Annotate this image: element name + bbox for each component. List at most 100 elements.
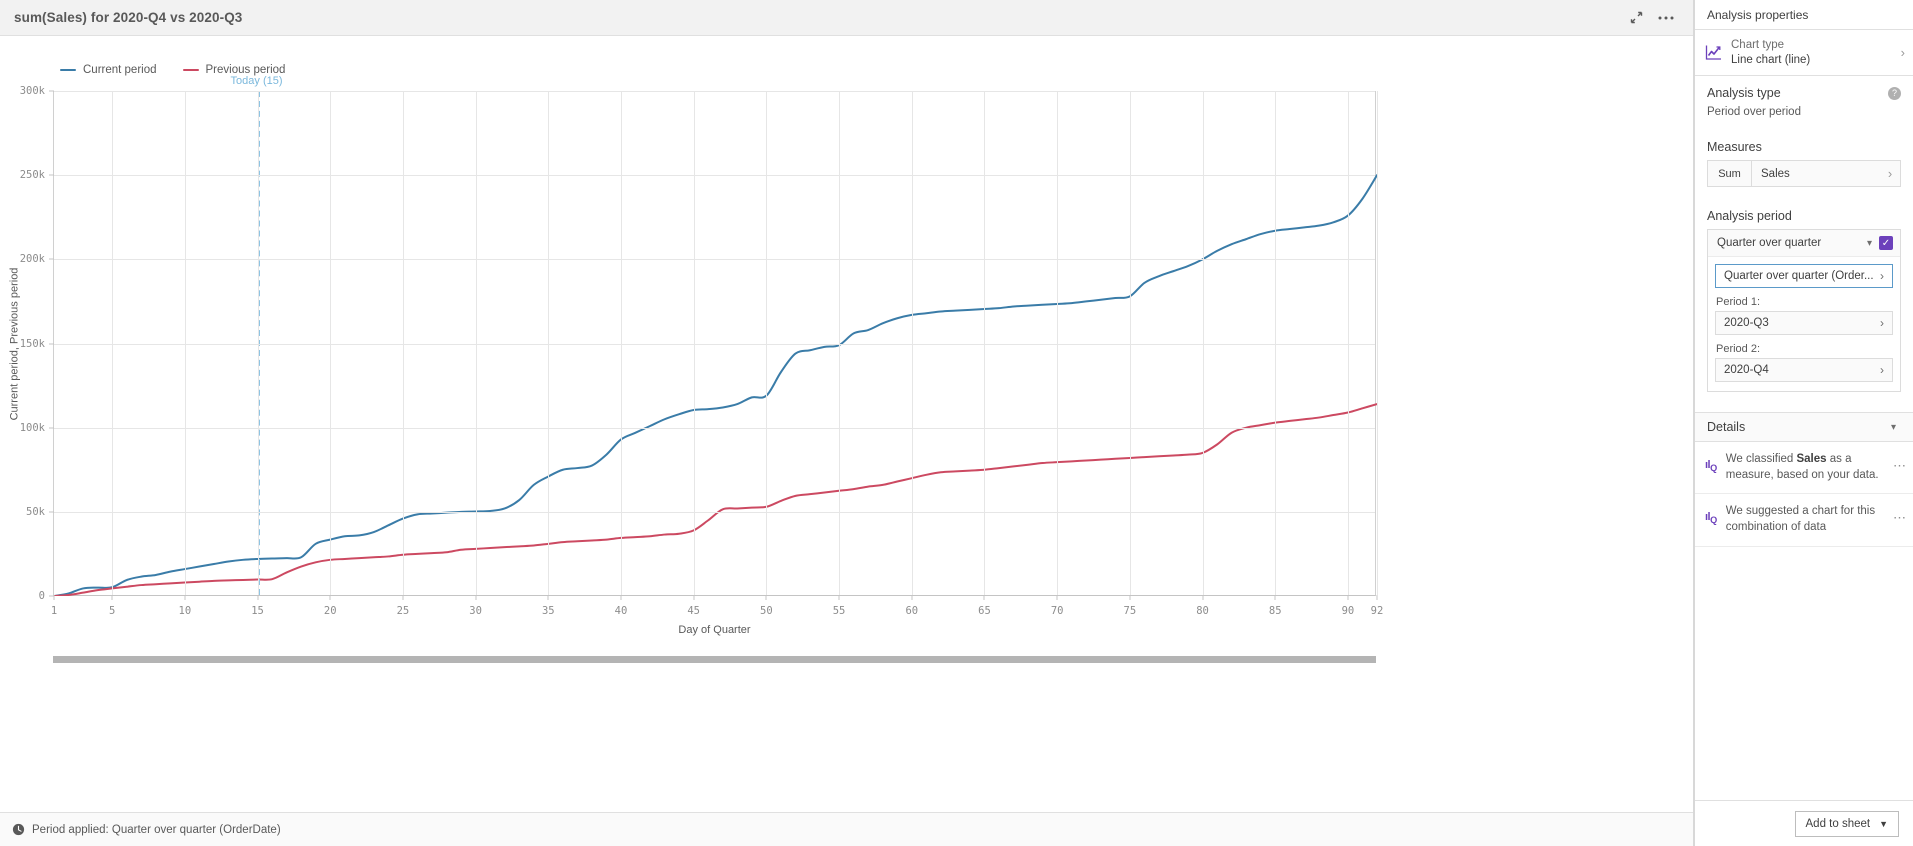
- x-axis-tick-label: 35: [541, 605, 555, 617]
- details-section-header[interactable]: Details ▾: [1695, 412, 1913, 443]
- page-title: sum(Sales) for 2020-Q4 vs 2020-Q3: [14, 10, 243, 25]
- x-axis-tick-label: 92: [1370, 605, 1384, 617]
- x-axis-tick-mark: [620, 595, 622, 600]
- grid-line-horizontal: [54, 343, 1375, 345]
- today-marker-label: Today (15): [230, 75, 283, 87]
- measures-section: Measures Sum Sales ›: [1695, 118, 1913, 188]
- y-axis-tick-mark: [49, 427, 54, 429]
- x-axis-tick-label: 30: [469, 605, 482, 617]
- y-axis-tick-label: 250k: [19, 169, 45, 182]
- insight-icon: ılQ: [1705, 511, 1717, 526]
- detail-item[interactable]: ılQ We classified Sales as a measure, ba…: [1695, 442, 1913, 495]
- chart-type-value: Line chart (line): [1731, 53, 1811, 66]
- analysis-type-section: Analysis type ? Period over period: [1695, 76, 1913, 118]
- x-axis-tick-label: 40: [614, 605, 628, 617]
- analysis-properties-panel: Analysis properties Chart type Line char…: [1694, 0, 1913, 846]
- x-axis-tick-mark: [693, 595, 695, 600]
- caret-down-icon[interactable]: ▼: [1879, 819, 1888, 829]
- y-axis-tick-mark: [49, 258, 54, 260]
- x-axis-tick-mark: [257, 595, 259, 600]
- period-definition-pill[interactable]: Quarter over quarter (Order... ›: [1715, 264, 1893, 289]
- analysis-period-box: Quarter over quarter ▾ ✓ Quarter over qu…: [1707, 229, 1901, 393]
- details-title: Details: [1707, 420, 1746, 435]
- chart-footer: Period applied: Quarter over quarter (Or…: [0, 812, 1693, 846]
- legend-item-current-period[interactable]: Current period: [60, 64, 157, 76]
- x-axis-tick-label: 10: [178, 605, 192, 617]
- chevron-right-icon: ›: [1880, 363, 1884, 378]
- x-axis-tick-label: 20: [323, 605, 337, 617]
- legend-swatch-previous: [182, 69, 199, 71]
- chart-horizontal-scrollbar[interactable]: [53, 656, 1376, 663]
- analysis-type-value: Period over period: [1707, 106, 1801, 119]
- x-axis-tick-label: 75: [1123, 605, 1137, 617]
- period2-value-pill[interactable]: 2020-Q4 ›: [1715, 358, 1893, 383]
- period2-label: Period 2:: [1716, 343, 1761, 356]
- x-axis-tick-mark: [1056, 595, 1058, 600]
- x-axis-tick-label: 80: [1196, 605, 1209, 617]
- x-axis-tick-label: 60: [905, 605, 919, 617]
- y-axis-tick-mark: [49, 343, 54, 344]
- x-axis-tick-mark: [1202, 595, 1204, 600]
- y-axis-tick-label: 100k: [19, 421, 45, 434]
- x-axis-tick-label: 50: [760, 605, 773, 617]
- analysis-type-title: Analysis type: [1707, 86, 1781, 101]
- x-axis-tick-label: 45: [687, 605, 701, 617]
- legend-swatch-current: [60, 69, 76, 71]
- detail-text-before: We suggested a chart for this combinatio…: [1725, 505, 1876, 533]
- x-axis-tick-mark: [329, 595, 331, 600]
- collapse-arrows-icon[interactable]: [1621, 3, 1651, 33]
- x-axis-tick-label: 15: [251, 605, 264, 617]
- ellipsis-icon[interactable]: ⋯: [1893, 452, 1907, 474]
- clock-icon: [12, 823, 25, 836]
- analysis-period-select[interactable]: Quarter over quarter ▾ ✓: [1708, 230, 1900, 258]
- x-axis-tick-mark: [475, 595, 477, 600]
- chevron-down-icon[interactable]: ▾: [1884, 422, 1903, 433]
- y-axis-tick-label: 150k: [19, 337, 45, 350]
- detail-item[interactable]: ılQ We suggested a chart for this combin…: [1695, 494, 1913, 547]
- chart-type-row[interactable]: Chart type Line chart (line) ›: [1695, 30, 1913, 77]
- chart-pane: sum(Sales) for 2020-Q4 vs 2020-Q3 Curren…: [0, 0, 1694, 846]
- period1-value-pill[interactable]: 2020-Q3 ›: [1715, 311, 1893, 336]
- y-axis-tick-label: 50k: [26, 505, 45, 518]
- detail-item-text: We classified Sales as a measure, based …: [1726, 452, 1884, 483]
- add-to-sheet-button[interactable]: Add to sheet ▼: [1794, 810, 1899, 837]
- panel-spacer: [1695, 547, 1913, 801]
- period1-label: Period 1:: [1716, 296, 1761, 309]
- x-axis-tick-mark: [1347, 595, 1349, 600]
- chevron-right-icon: ›: [1880, 269, 1884, 284]
- analysis-period-checkbox[interactable]: ✓: [1879, 236, 1893, 251]
- ellipsis-icon[interactable]: [1651, 3, 1681, 33]
- ellipsis-icon[interactable]: ⋯: [1893, 504, 1907, 526]
- x-axis-tick-label: 70: [1050, 605, 1064, 617]
- x-axis-tick-label: 90: [1341, 605, 1355, 617]
- x-axis-tick-label: 25: [396, 605, 410, 617]
- analysis-page: sum(Sales) for 2020-Q4 vs 2020-Q3 Curren…: [0, 0, 1913, 846]
- help-icon[interactable]: ?: [1888, 86, 1901, 100]
- x-axis-tick-mark: [911, 595, 913, 600]
- properties-footer: Add to sheet ▼: [1695, 800, 1913, 846]
- x-axis-title: Day of Quarter: [678, 624, 751, 636]
- y-axis-tick-label: 200k: [19, 253, 45, 266]
- x-axis-tick-mark: [1129, 595, 1131, 600]
- x-axis-tick-mark: [402, 595, 404, 600]
- grid-line-vertical: [1377, 91, 1378, 595]
- period-definition-label: Quarter over quarter (Order...: [1724, 270, 1874, 283]
- detail-text-before: We classified: [1725, 453, 1797, 466]
- detail-text-bold: Sales: [1796, 453, 1827, 466]
- add-to-sheet-label: Add to sheet: [1805, 817, 1871, 830]
- chevron-down-icon[interactable]: ▾: [1860, 238, 1879, 249]
- plot-area[interactable]: 1 5 10 15 20 25 30 35 40 45 50 55 60 65 70 75 80 85 90 92 0 5…: [20, 85, 1384, 617]
- grid-line-horizontal: [54, 427, 1375, 429]
- x-axis-tick-label: 55: [832, 605, 846, 617]
- chart-scrollbar-thumb[interactable]: [53, 656, 1376, 663]
- detail-item-text: We suggested a chart for this combinatio…: [1726, 504, 1884, 535]
- chevron-right-icon: ›: [1880, 316, 1884, 331]
- chart-type-label: Chart type: [1731, 39, 1785, 51]
- measure-pill-sales[interactable]: Sum Sales ›: [1707, 160, 1901, 188]
- period1-value: 2020-Q3: [1724, 317, 1769, 330]
- analysis-period-selected: Quarter over quarter: [1717, 237, 1822, 250]
- x-axis-tick-mark: [547, 595, 549, 600]
- x-axis-tick-mark: [1274, 595, 1276, 600]
- period-applied-status: Period applied: Quarter over quarter (Or…: [32, 823, 281, 836]
- line-chart-icon: [1705, 45, 1721, 60]
